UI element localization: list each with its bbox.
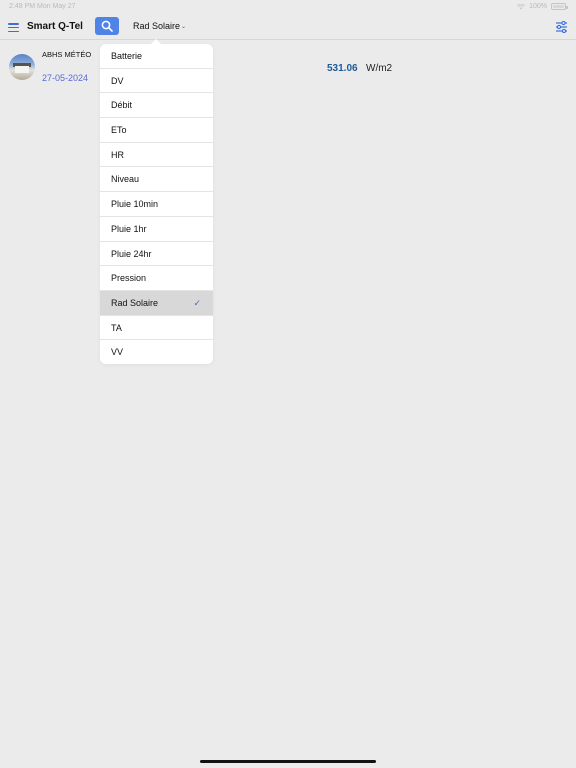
dropdown-item-label: Batterie	[111, 51, 143, 61]
dropdown-item-label: Pression	[111, 273, 147, 284]
dropdown-item[interactable]: Pluie 1hr	[100, 217, 213, 242]
status-right: 100%	[517, 3, 568, 10]
dropdown-list: Batterie DV Débit ETo HR Niveau Pluie 10…	[100, 44, 213, 365]
check-icon: ✓	[193, 297, 201, 308]
nav-bar: Smart Q-Tel Rad Solaire⌄	[0, 14, 576, 40]
metric-select[interactable]: Rad Solaire⌄	[133, 21, 186, 31]
wifi-icon	[517, 3, 526, 9]
home-indicator	[200, 760, 376, 763]
dropdown-item[interactable]: Pluie 10min	[100, 192, 213, 217]
dropdown-item-label: Pluie 24hr	[111, 248, 152, 259]
battery-text: 100%	[529, 3, 547, 10]
dropdown-item-label: Pluie 1hr	[111, 223, 147, 234]
dropdown-item-label: Niveau	[111, 174, 140, 185]
dropdown-item[interactable]: Batterie	[100, 44, 213, 69]
station-date: 27-05-2024	[42, 73, 89, 83]
battery-icon	[551, 3, 568, 10]
chevron-down-icon: ⌄	[181, 24, 187, 30]
status-bar: 2:48 PM Mon May 27 100%	[0, 0, 576, 14]
dropdown-item[interactable]: Pluie 24hr	[100, 242, 213, 267]
dropdown-item-label: ETo	[111, 125, 127, 136]
station-avatar	[9, 54, 35, 80]
station-row[interactable]: ABHS MÉTÉO 27-05-2024 531.06 W/m2	[0, 44, 576, 94]
dropdown-item-label: Pluie 10min	[111, 199, 159, 210]
dropdown-item-label: Débit	[111, 100, 133, 111]
dropdown-item-selected[interactable]: Rad Solaire ✓	[100, 290, 213, 316]
dropdown-item-label: DV	[111, 75, 124, 86]
dropdown-item[interactable]: HR	[100, 143, 213, 168]
station-unit: W/m2	[366, 63, 393, 74]
avatar-house	[15, 66, 29, 73]
dropdown-item[interactable]: TA	[100, 316, 213, 341]
dropdown-item[interactable]: Niveau	[100, 167, 213, 193]
filter-icon[interactable]	[555, 21, 568, 33]
dropdown-item[interactable]: Pression	[100, 266, 213, 291]
dropdown-item-label: TA	[111, 322, 122, 333]
battery-fill	[553, 5, 564, 8]
dropdown-item-label: Rad Solaire	[111, 297, 159, 308]
dropdown-item[interactable]: DV	[100, 69, 213, 94]
dropdown-item[interactable]: ETo	[100, 118, 213, 143]
dropdown-item-label: HR	[111, 149, 124, 160]
dropdown-item[interactable]: VV	[100, 340, 213, 365]
station-value: 531.06	[327, 63, 358, 74]
metric-dropdown: Batterie DV Débit ETo HR Niveau Pluie 10…	[100, 39, 213, 365]
search-icon	[101, 20, 113, 32]
metric-select-label: Rad Solaire	[133, 21, 181, 31]
search-button[interactable]	[95, 17, 119, 35]
dropdown-item-label: VV	[111, 347, 124, 358]
station-name: ABHS MÉTÉO	[42, 50, 92, 59]
app-title: Smart Q-Tel	[27, 21, 83, 32]
status-time: 2:48 PM Mon May 27	[9, 3, 76, 10]
dropdown-item[interactable]: Débit	[100, 93, 213, 119]
menu-icon[interactable]	[8, 23, 19, 33]
